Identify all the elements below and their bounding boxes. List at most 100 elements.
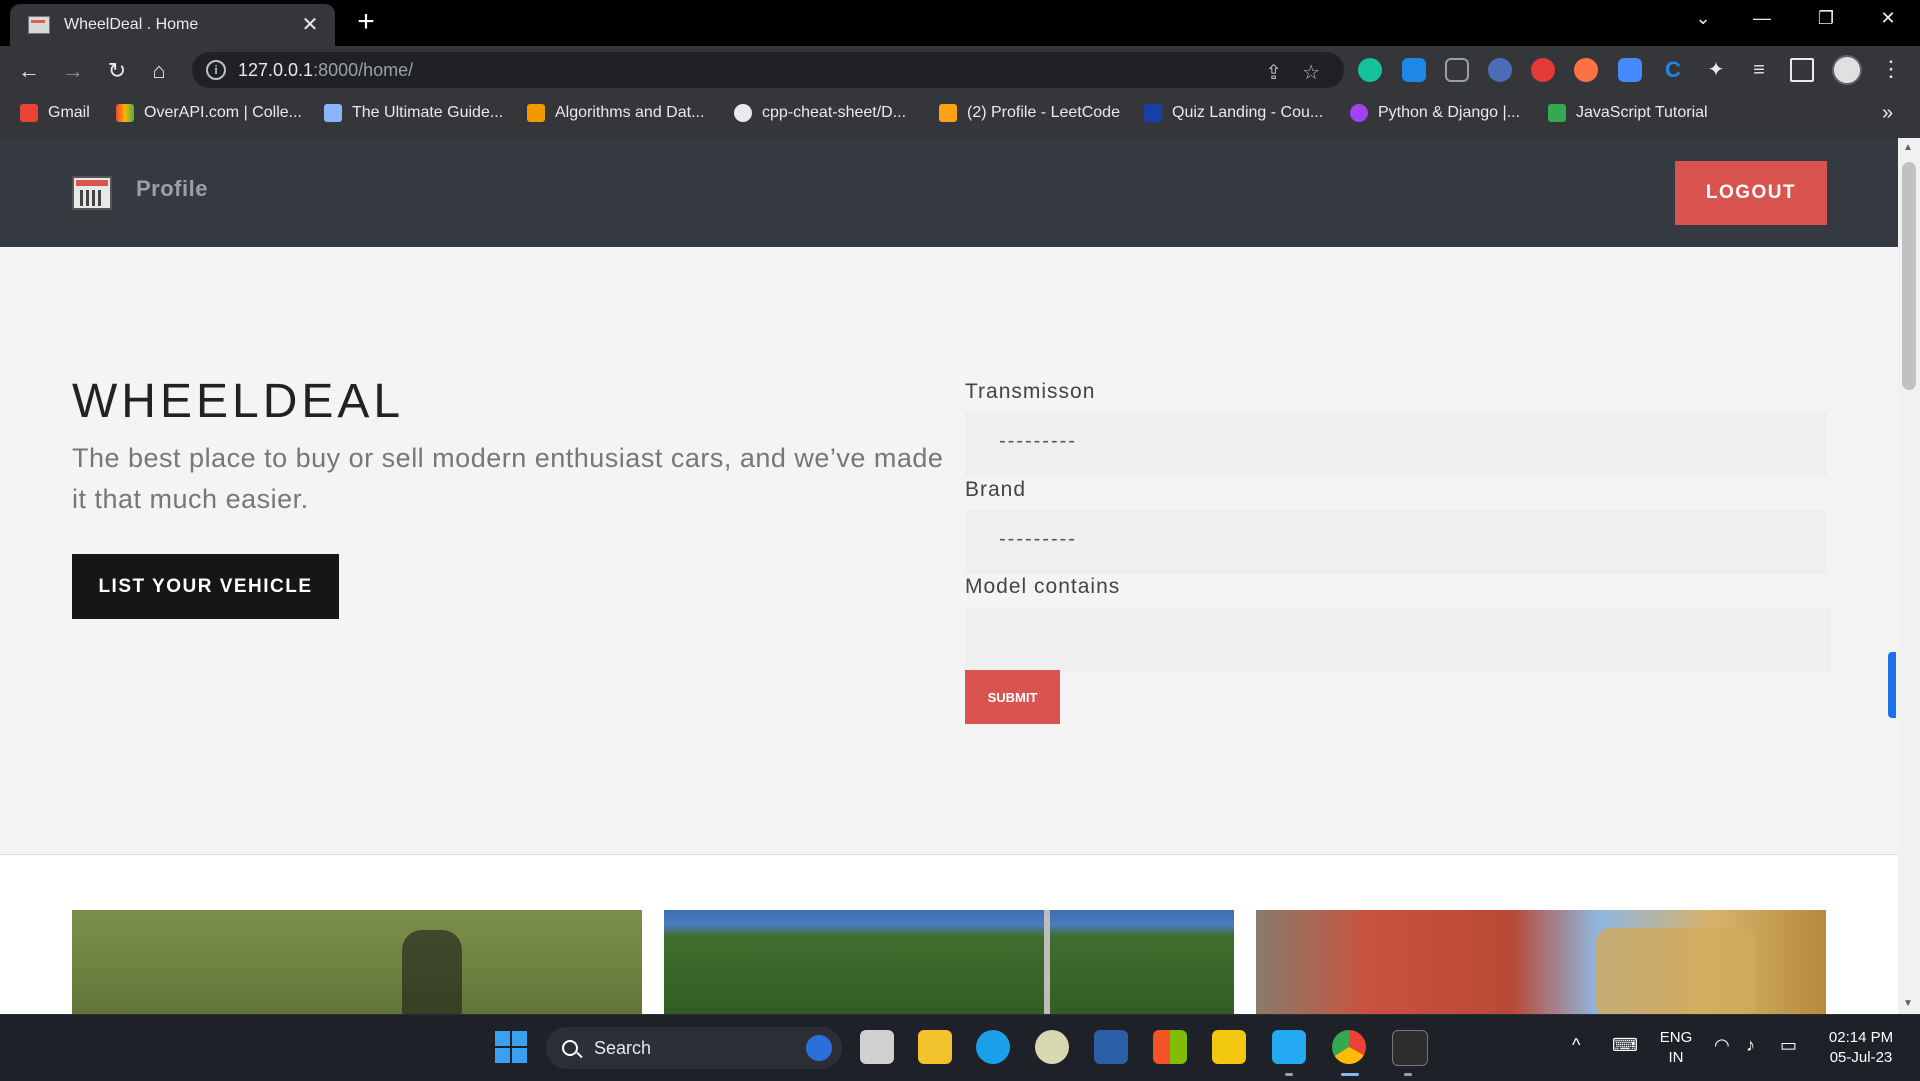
brand-label: Brand bbox=[965, 478, 1027, 501]
bookmark-ultimate-guide[interactable]: The Ultimate Guide... bbox=[324, 104, 503, 122]
page-viewport: Profile LOGOUT WHEELDEAL The best place … bbox=[0, 138, 1898, 1014]
extension-z-icon[interactable] bbox=[1402, 58, 1426, 82]
bookmark-python-django[interactable]: Python & Django |... bbox=[1350, 104, 1520, 122]
nav-profile-link[interactable]: Profile bbox=[136, 176, 208, 202]
transmission-select[interactable]: --------- bbox=[965, 412, 1827, 476]
profile-avatar[interactable] bbox=[1832, 55, 1862, 85]
bookmark-gmail[interactable]: Gmail bbox=[20, 104, 90, 122]
battery-icon[interactable]: ▭ bbox=[1780, 1035, 1797, 1056]
new-tab-button[interactable]: + bbox=[352, 7, 380, 37]
restore-icon[interactable]: ❐ bbox=[1806, 8, 1846, 29]
bing-icon[interactable] bbox=[806, 1035, 832, 1061]
terminal-icon[interactable] bbox=[1392, 1030, 1428, 1066]
app-circle-icon[interactable] bbox=[1035, 1030, 1069, 1064]
tab-title: WheelDeal . Home bbox=[64, 16, 199, 33]
url-path: :8000/home/ bbox=[313, 59, 414, 80]
tab-close-icon[interactable]: ✕ bbox=[299, 14, 321, 36]
transmission-selected-value: --------- bbox=[999, 430, 1077, 452]
leetcode-icon bbox=[939, 104, 957, 122]
system-clock[interactable]: 02:14 PM 05-Jul-23 bbox=[1816, 1028, 1906, 1068]
bookmark-label: The Ultimate Guide... bbox=[352, 104, 504, 121]
back-icon[interactable]: ← bbox=[14, 56, 44, 86]
list-vehicle-button[interactable]: LIST YOUR VEHICLE bbox=[72, 554, 339, 619]
w3schools-icon bbox=[1548, 104, 1566, 122]
site-info-icon[interactable]: i bbox=[206, 60, 226, 80]
edge-browser-icon[interactable] bbox=[976, 1030, 1010, 1064]
extension-c-icon[interactable]: C bbox=[1661, 58, 1685, 82]
language-code: ENG bbox=[1659, 1029, 1693, 1046]
bookmark-star-icon[interactable]: ☆ bbox=[1302, 60, 1320, 85]
bookmark-label: Quiz Landing - Cou... bbox=[1172, 104, 1324, 121]
forward-icon[interactable]: → bbox=[58, 56, 88, 86]
vscode-running-indicator bbox=[1285, 1073, 1293, 1076]
share-icon[interactable]: ⇪ bbox=[1265, 60, 1282, 85]
home-icon[interactable]: ⌂ bbox=[144, 56, 174, 86]
extension-blue-square-icon[interactable] bbox=[1618, 58, 1642, 82]
clock-date: 05-Jul-23 bbox=[1829, 1049, 1893, 1066]
taskbar-search-box[interactable]: Search bbox=[546, 1027, 842, 1069]
chrome-icon[interactable] bbox=[1332, 1030, 1366, 1064]
minimize-icon[interactable]: — bbox=[1742, 8, 1782, 29]
scrollbar-thumb[interactable] bbox=[1902, 162, 1916, 390]
mysql-workbench-icon[interactable] bbox=[1094, 1030, 1128, 1064]
extensions-puzzle-icon[interactable]: ✦ bbox=[1704, 58, 1728, 82]
side-edge-tab[interactable] bbox=[1888, 652, 1896, 718]
bookmark-label: Gmail bbox=[48, 104, 90, 121]
reload-icon[interactable]: ↻ bbox=[102, 56, 132, 86]
microsoft-store-icon[interactable] bbox=[1153, 1030, 1187, 1064]
keyboard-icon[interactable]: ⌨ bbox=[1612, 1035, 1638, 1056]
address-url: 127.0.0.1:8000/home/ bbox=[238, 60, 413, 81]
adblock-extension-icon[interactable] bbox=[1531, 58, 1555, 82]
brand-select[interactable]: --------- bbox=[965, 510, 1827, 574]
reading-list-icon[interactable]: ≡ bbox=[1747, 58, 1771, 82]
grammarly-extension-icon[interactable] bbox=[1358, 58, 1382, 82]
volume-icon[interactable]: ♪ bbox=[1746, 1035, 1755, 1056]
bookmark-cpp-cheat-sheet[interactable]: cpp-cheat-sheet/D... bbox=[734, 104, 906, 122]
close-window-icon[interactable]: ✕ bbox=[1868, 8, 1908, 29]
gmail-icon bbox=[20, 104, 38, 122]
model-contains-input[interactable] bbox=[965, 607, 1831, 673]
file-explorer-icon[interactable] bbox=[918, 1030, 952, 1064]
wifi-icon[interactable]: ◠ bbox=[1714, 1035, 1730, 1056]
terminal-running-indicator bbox=[1404, 1073, 1412, 1076]
browser-toolbar: ← → ↻ ⌂ i 127.0.0.1:8000/home/ ⇪ ☆ C ✦ ≡… bbox=[0, 46, 1920, 94]
tray-overflow-chevron-icon[interactable]: ^ bbox=[1572, 1035, 1580, 1056]
power-bi-icon[interactable] bbox=[1212, 1030, 1246, 1064]
tab-search-chevron-icon[interactable]: ⌄ bbox=[1683, 8, 1723, 29]
bookmark-label: JavaScript Tutorial bbox=[1576, 104, 1708, 121]
vscode-icon[interactable] bbox=[1272, 1030, 1306, 1064]
submit-button[interactable]: SUBMIT bbox=[965, 670, 1060, 724]
bookmark-overapi[interactable]: OverAPI.com | Colle... bbox=[116, 104, 302, 122]
region-code: IN bbox=[1668, 1049, 1684, 1066]
vehicle-card-image-van[interactable] bbox=[1256, 910, 1826, 1014]
side-panel-icon[interactable] bbox=[1790, 58, 1814, 82]
star-icon bbox=[1144, 104, 1162, 122]
windows-taskbar: Search ^ ⌨ ENG IN ◠ ♪ ▭ 02:14 PM 05-Jul-… bbox=[0, 1014, 1920, 1081]
scroll-up-arrow-icon[interactable]: ▲ bbox=[1903, 142, 1913, 153]
bookmark-javascript-tutorial[interactable]: JavaScript Tutorial bbox=[1548, 104, 1708, 122]
task-view-icon[interactable] bbox=[860, 1030, 894, 1064]
windows-start-icon[interactable] bbox=[495, 1031, 527, 1063]
vehicle-card-image-forest[interactable] bbox=[664, 910, 1234, 1014]
bookmark-leetcode[interactable]: (2) Profile - LeetCode bbox=[939, 104, 1120, 122]
bookmark-label: (2) Profile - LeetCode bbox=[967, 104, 1120, 121]
wheeldeal-logo-icon[interactable] bbox=[72, 176, 112, 210]
scroll-down-arrow-icon[interactable]: ▼ bbox=[1903, 998, 1913, 1009]
bookmark-quiz-landing[interactable]: Quiz Landing - Cou... bbox=[1144, 104, 1323, 122]
more-bookmarks-icon[interactable]: » bbox=[1882, 102, 1893, 125]
address-bar[interactable]: i 127.0.0.1:8000/home/ ⇪ ☆ bbox=[192, 52, 1344, 88]
browser-menu-icon[interactable]: ⋮ bbox=[1880, 56, 1902, 82]
logout-button[interactable]: LOGOUT bbox=[1675, 161, 1827, 225]
extension-shield-icon[interactable] bbox=[1488, 58, 1512, 82]
input-language-indicator[interactable]: ENG IN bbox=[1656, 1028, 1696, 1068]
browser-tab-active[interactable]: WheelDeal . Home ✕ bbox=[10, 4, 335, 46]
extension-orange-icon[interactable] bbox=[1574, 58, 1598, 82]
bookmark-label: cpp-cheat-sheet/D... bbox=[762, 104, 907, 121]
bookmark-algorithms[interactable]: Algorithms and Dat... bbox=[527, 104, 704, 122]
brand-selected-value: --------- bbox=[999, 528, 1077, 550]
page-scrollbar[interactable]: ▲ ▼ bbox=[1898, 138, 1920, 1014]
mountain-icon bbox=[324, 104, 342, 122]
vehicle-card-image-motorcycle[interactable] bbox=[72, 910, 642, 1014]
pole-shape bbox=[1044, 910, 1050, 1014]
mail-extension-icon[interactable] bbox=[1445, 58, 1469, 82]
